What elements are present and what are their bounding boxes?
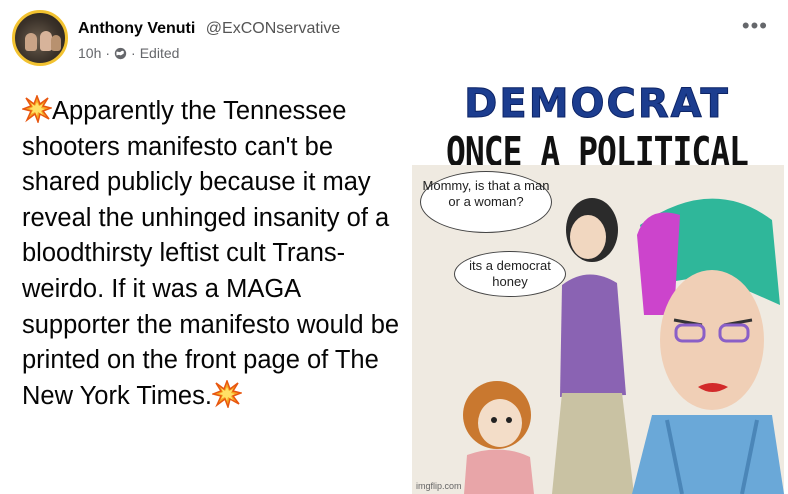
more-options-icon[interactable]: •••	[742, 15, 768, 37]
author-handle[interactable]: @ExCONservative	[206, 20, 341, 37]
post-body: Apparently the Tennessee shooters manife…	[22, 94, 404, 414]
avatar-figure	[25, 33, 37, 51]
post-header: Anthony Venuti @ExCONservative 10h · · E…	[12, 10, 776, 66]
meme-illustration: Mommy, is that a man or a woman? its a d…	[412, 165, 784, 494]
post-time[interactable]: 10h	[78, 45, 101, 61]
post-meta: 10h · · Edited	[78, 45, 179, 61]
post-card: Anthony Venuti @ExCONservative 10h · · E…	[0, 0, 788, 494]
meta-separator: ·	[105, 45, 111, 61]
edited-label[interactable]: Edited	[140, 45, 180, 61]
avatar-figure	[51, 35, 61, 51]
meme-image[interactable]: DEMOCRAT ONCE A POLITICAL PARTY	[410, 81, 784, 494]
author-name[interactable]: Anthony Venuti	[78, 20, 195, 37]
meme-title: DEMOCRAT	[464, 81, 730, 128]
post-text: Apparently the Tennessee shooters manife…	[22, 97, 400, 410]
watermark: imgflip.com	[416, 481, 462, 491]
collision-emoji	[22, 95, 52, 123]
speech-bubble-child: Mommy, is that a man or a woman?	[420, 171, 552, 233]
author-row: Anthony Venuti @ExCONservative	[78, 20, 340, 38]
avatar[interactable]	[12, 10, 68, 66]
speech-bubble-mother: its a democrat honey	[454, 251, 566, 297]
meta-separator: ·	[131, 45, 136, 61]
collision-emoji	[211, 379, 242, 408]
globe-icon	[114, 47, 127, 59]
